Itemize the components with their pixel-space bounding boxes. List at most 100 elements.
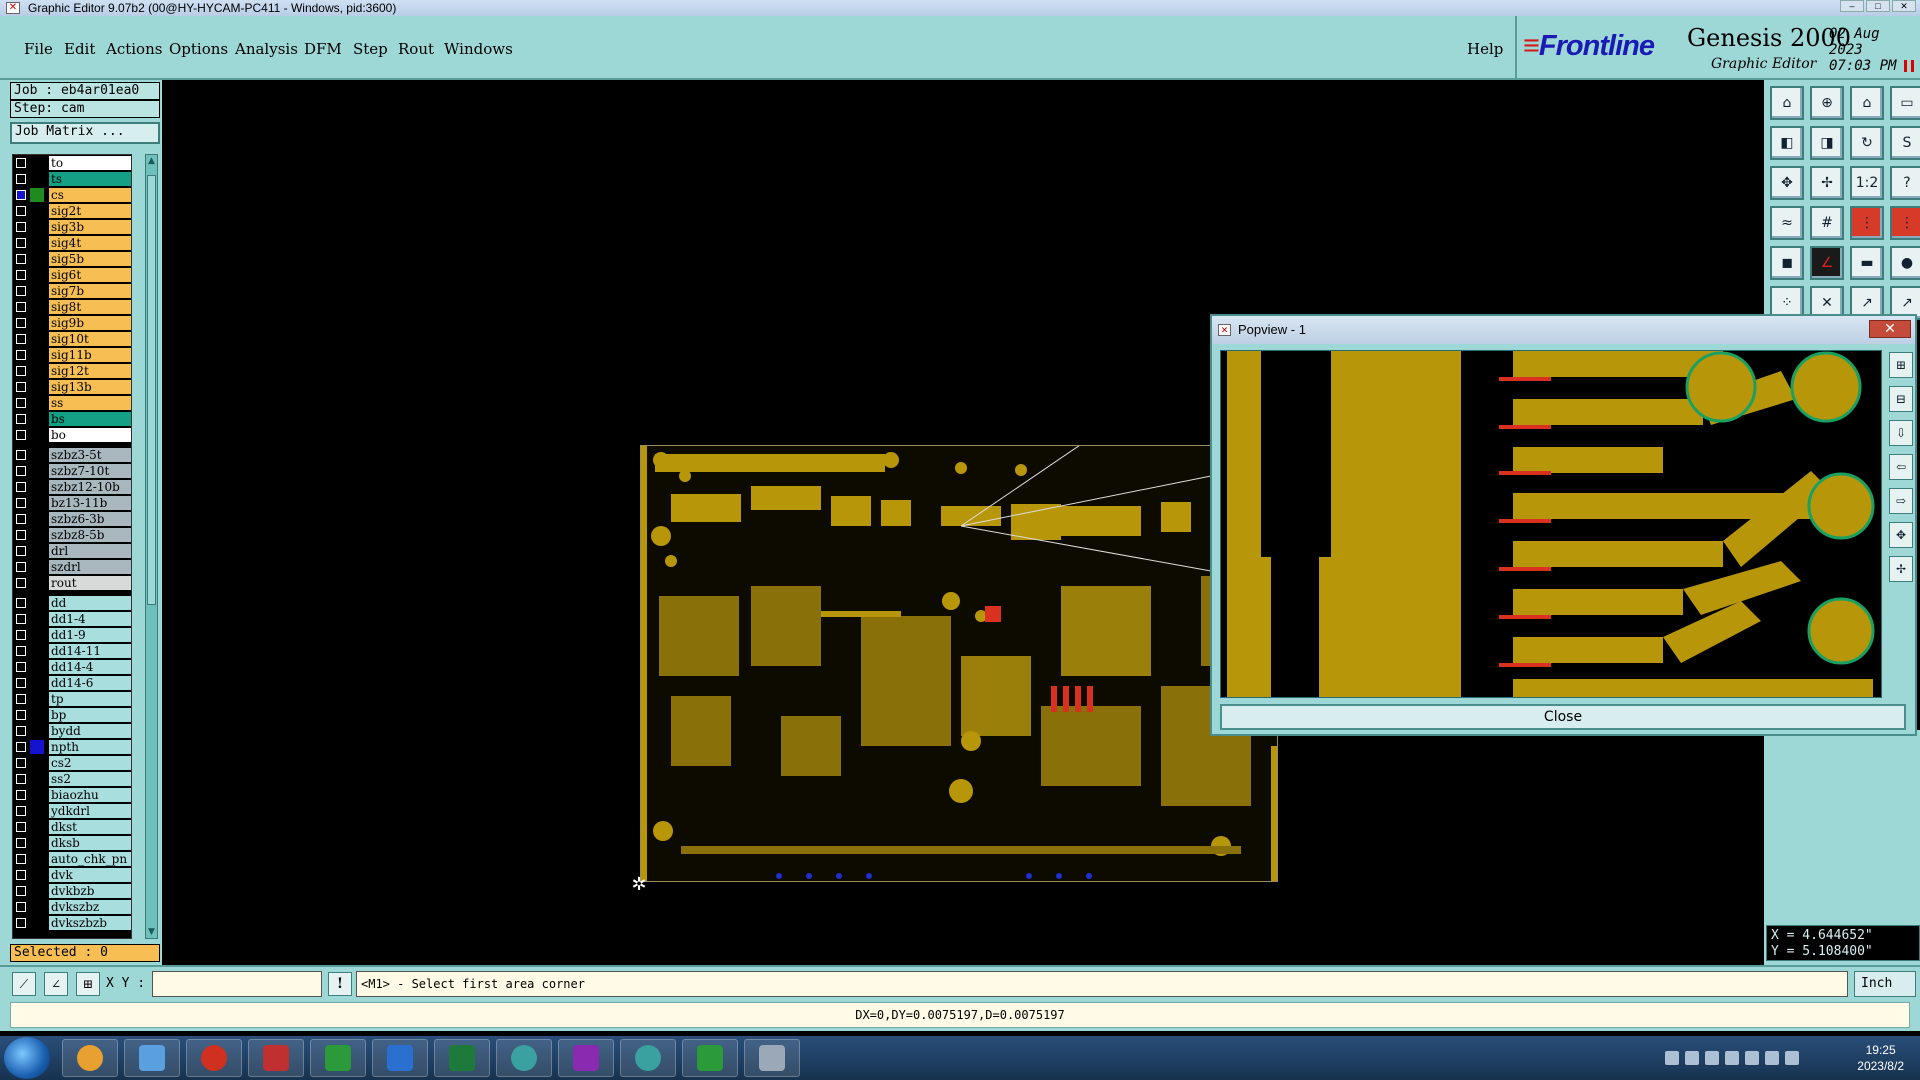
layer-swatch[interactable] xyxy=(30,464,44,478)
layer-checkbox[interactable] xyxy=(16,758,26,768)
layer-swatch[interactable] xyxy=(30,236,44,250)
grid-icon[interactable]: # xyxy=(1810,206,1844,240)
taskbar-save-icon[interactable] xyxy=(248,1039,304,1077)
layer-checkbox[interactable] xyxy=(16,646,26,656)
layer-swatch[interactable] xyxy=(30,480,44,494)
layer-name[interactable]: dd14-4 xyxy=(49,660,131,674)
layer-name[interactable]: dksb xyxy=(49,836,131,850)
layer-row[interactable]: rout xyxy=(13,575,131,591)
taskbar-green-app-icon[interactable] xyxy=(310,1039,366,1077)
layer-swatch[interactable] xyxy=(30,660,44,674)
zoom-in-icon[interactable]: ⊕ xyxy=(1810,86,1844,120)
layer-checkbox[interactable] xyxy=(16,822,26,832)
layer-name[interactable]: sig9b xyxy=(49,316,131,330)
layer-swatch[interactable] xyxy=(30,380,44,394)
tray-network-icon[interactable] xyxy=(1745,1051,1759,1065)
layer-name[interactable]: szbz12-10b xyxy=(49,480,131,494)
layer-row[interactable]: szbz7-10t xyxy=(13,463,131,479)
layer-swatch[interactable] xyxy=(30,172,44,186)
angle-icon[interactable]: ∠ xyxy=(1810,246,1844,280)
layer-swatch[interactable] xyxy=(30,916,44,930)
layer-name[interactable]: szbz7-10t xyxy=(49,464,131,478)
layer-swatch[interactable] xyxy=(30,756,44,770)
select-icon[interactable]: ◼ xyxy=(1770,246,1804,280)
layer-name[interactable]: dvkbzb xyxy=(49,884,131,898)
layer-swatch[interactable] xyxy=(30,528,44,542)
layer-swatch[interactable] xyxy=(30,676,44,690)
xy-input[interactable] xyxy=(152,971,322,997)
layer-swatch[interactable] xyxy=(30,316,44,330)
layer-checkbox[interactable] xyxy=(16,190,26,200)
layer-swatch[interactable] xyxy=(30,496,44,510)
layer-checkbox[interactable] xyxy=(16,498,26,508)
layer-name[interactable]: to xyxy=(49,156,131,170)
layer-row[interactable]: sig5b xyxy=(13,251,131,267)
layer-name[interactable]: dd xyxy=(49,596,131,610)
layer-checkbox[interactable] xyxy=(16,838,26,848)
layer-name[interactable]: dvkszbz xyxy=(49,900,131,914)
layer-checkbox[interactable] xyxy=(16,430,26,440)
net-alt-icon[interactable]: ⋮ xyxy=(1890,206,1920,240)
layer-checkbox[interactable] xyxy=(16,598,26,608)
layer-swatch[interactable] xyxy=(30,348,44,362)
layer-swatch[interactable] xyxy=(30,868,44,882)
layer-name[interactable]: ydkdrl xyxy=(49,804,131,818)
layer-checkbox[interactable] xyxy=(16,238,26,248)
layer-swatch[interactable] xyxy=(30,252,44,266)
layer-checkbox[interactable] xyxy=(16,482,26,492)
layer-swatch[interactable] xyxy=(30,188,44,202)
popview-zoom-in-icon[interactable]: ⊞ xyxy=(1889,352,1913,378)
layer-name[interactable]: npth xyxy=(49,740,131,754)
layer-row[interactable]: szdrl xyxy=(13,559,131,575)
layer-swatch[interactable] xyxy=(30,220,44,234)
tray-flag-icon[interactable] xyxy=(1705,1051,1719,1065)
layer-checkbox[interactable] xyxy=(16,694,26,704)
layer-row[interactable]: sig11b xyxy=(13,347,131,363)
pan-right-icon[interactable]: ◨ xyxy=(1810,126,1844,160)
layer-swatch[interactable] xyxy=(30,884,44,898)
layer-swatch[interactable] xyxy=(30,512,44,526)
taskbar-app-red-icon[interactable] xyxy=(186,1039,242,1077)
snap-icon[interactable]: S xyxy=(1890,126,1920,160)
layer-swatch[interactable] xyxy=(30,156,44,170)
menu-analysis[interactable]: Analysis xyxy=(235,40,298,58)
layer-row[interactable]: bo xyxy=(13,427,131,443)
job-matrix-button[interactable]: Job Matrix ... xyxy=(10,122,160,144)
layer-name[interactable]: bp xyxy=(49,708,131,722)
layer-checkbox[interactable] xyxy=(16,870,26,880)
popview-zoom-view[interactable] xyxy=(1220,350,1882,698)
close-window-button[interactable]: ✕ xyxy=(1892,0,1916,12)
layer-row[interactable]: szbz3-5t xyxy=(13,447,131,463)
layer-checkbox[interactable] xyxy=(16,630,26,640)
layer-swatch[interactable] xyxy=(30,412,44,426)
layer-row[interactable]: sig6t xyxy=(13,267,131,283)
layer-name[interactable]: rout xyxy=(49,576,131,590)
layer-swatch[interactable] xyxy=(30,576,44,590)
layer-row[interactable]: dd1-4 xyxy=(13,611,131,627)
layer-name[interactable]: szbz8-5b xyxy=(49,528,131,542)
layer-name[interactable]: dd1-4 xyxy=(49,612,131,626)
layer-checkbox[interactable] xyxy=(16,530,26,540)
layer-swatch[interactable] xyxy=(30,544,44,558)
layer-checkbox[interactable] xyxy=(16,286,26,296)
menu-options[interactable]: Options xyxy=(169,40,228,58)
layer-swatch[interactable] xyxy=(30,852,44,866)
layer-checkbox[interactable] xyxy=(16,918,26,928)
layer-row[interactable]: dvkszbzb xyxy=(13,915,131,931)
layer-name[interactable]: szdrl xyxy=(49,560,131,574)
layer-checkbox[interactable] xyxy=(16,206,26,216)
taskbar-calc-icon[interactable] xyxy=(744,1039,800,1077)
draw-angle-icon[interactable]: ∠ xyxy=(44,972,68,996)
layer-name[interactable]: ss xyxy=(49,396,131,410)
taskbar-green2-icon[interactable] xyxy=(682,1039,738,1077)
layer-name[interactable]: bydd xyxy=(49,724,131,738)
taskbar-blue-app-icon[interactable] xyxy=(372,1039,428,1077)
layer-name[interactable]: szbz6-3b xyxy=(49,512,131,526)
popview-pan-left-icon[interactable]: ⇦ xyxy=(1889,454,1913,480)
layer-name[interactable]: dvkszbzb xyxy=(49,916,131,930)
layer-row[interactable]: bydd xyxy=(13,723,131,739)
layer-name[interactable]: dkst xyxy=(49,820,131,834)
popview-center-icon[interactable]: ✢ xyxy=(1889,556,1913,582)
layer-row[interactable]: npth xyxy=(13,739,131,755)
popview-pan-right-icon[interactable]: ⇨ xyxy=(1889,488,1913,514)
